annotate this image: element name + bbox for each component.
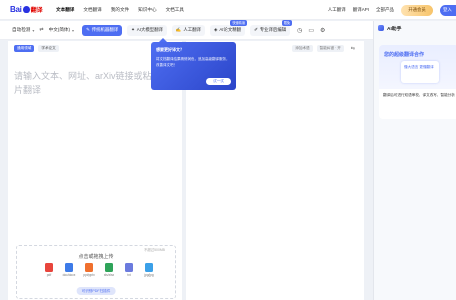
nav-text-translate[interactable]: 文本翻译	[56, 7, 74, 13]
file-type-label: doc/docx	[62, 273, 76, 277]
nav-right: 人工翻译 翻译API 全部产品 开通会员 登入	[328, 0, 456, 20]
ai-card-banner: 您的超级翻译合作 懂大语言 更懂翻译	[379, 45, 456, 89]
mode-post-edit[interactable]: ✐ 专业译后编辑 限免	[250, 19, 293, 36]
pdf-icon	[45, 263, 53, 272]
file-type-ppt: ppt/pptx	[83, 263, 95, 277]
upload-dropzone[interactable]: 点击或拖拽上传 pdf doc/docx ppt/pptx xls/xlsx t…	[16, 245, 176, 299]
file-type-row: pdf doc/docx ppt/pptx xls/xlsx txt jpg/j…	[43, 263, 155, 277]
hand-icon: ✍	[175, 27, 182, 32]
file-type-txt: txt	[123, 263, 135, 277]
mode-label: 专业译后编辑	[259, 27, 287, 32]
ai-assistant-panel: AI助手 您的超级翻译合作 懂大语言 更懂翻译 翻译后可进行双语审校、译文改写、…	[373, 21, 456, 300]
folder-icon[interactable]: ▭	[308, 27, 314, 34]
ai-card-title: 您的超级翻译合作	[384, 52, 425, 58]
source-input[interactable]: 请输入文本、网址、arXiv链接或粘贴图片翻译	[14, 69, 174, 97]
edit-icon: ✐	[254, 27, 258, 32]
ai-card-text: 翻译后可进行双语审校、译文改写、智能分析	[383, 93, 455, 97]
upgrade-popup: 想要更好译文？ 将文档翻译结果精修润色，追加高级翻译服务，改善译文吧！ 试一试	[151, 38, 236, 90]
vip-button[interactable]: 开通会员	[401, 4, 433, 16]
popup-body: 将文档翻译结果精修润色，追加高级翻译服务，改善译文吧！	[156, 57, 230, 67]
add-term-button[interactable]: 添加术语	[292, 45, 313, 52]
txt-icon	[125, 263, 133, 272]
settings-icon[interactable]: ⚙	[320, 27, 325, 34]
excel-icon	[105, 263, 113, 272]
nav-doc-tools[interactable]: 文档工具	[166, 7, 184, 13]
ai-title: AI助手	[387, 26, 402, 32]
mode-badge: 限免	[281, 19, 293, 26]
paw-icon	[22, 6, 30, 13]
nav-translate-api[interactable]: 翻译API	[353, 7, 369, 13]
upload-button[interactable]: 可识别PDF扫描件	[76, 287, 116, 295]
ai-header: AI助手	[374, 21, 456, 35]
mode-label: AI大模型翻译	[136, 27, 163, 32]
file-type-xls: xls/xlsx	[103, 263, 115, 277]
ai-assistant-icon	[378, 25, 384, 31]
file-type-label: pdf	[46, 273, 52, 277]
file-type-jpg: jpg/jpg	[143, 263, 155, 277]
logo-text-2: 翻译	[30, 8, 43, 14]
target-lang-select[interactable]: 中文(简体) ▾	[49, 27, 74, 33]
ai-intro-card[interactable]: 您的超级翻译合作 懂大语言 更懂翻译 翻译后可进行双语审校、译文改写、智能分析	[379, 45, 456, 119]
word-icon	[65, 263, 73, 272]
file-type-doc: doc/docx	[63, 263, 75, 277]
mode-ai-llm-translate[interactable]: ✦ AI大模型翻译	[127, 24, 167, 36]
domain-general-chip[interactable]: 通用领域	[14, 45, 35, 52]
toolbar-icons: ◷ ▭ ⚙	[297, 27, 325, 34]
source-lang-select[interactable]: 自动检测 ▾	[12, 27, 34, 33]
paper-icon: ◈	[213, 27, 218, 32]
mode-label: AI论文精翻	[219, 27, 242, 32]
file-type-label: jpg/jpg	[144, 273, 154, 277]
file-type-label: txt	[127, 273, 131, 277]
upload-title: 点击或拖拽上传	[78, 254, 114, 260]
baidu-translate-logo[interactable]: Bai 翻译	[10, 4, 48, 15]
logo-text: Bai	[10, 5, 22, 14]
nav-knowledge-center[interactable]: 知识中心	[138, 7, 156, 13]
ai-illustration: 懂大语言 更懂翻译	[401, 61, 439, 83]
smart-correct-toggle[interactable]: 智能纠错 · 开	[316, 45, 344, 52]
mode-badge: 快速精读	[230, 19, 248, 26]
layout-toggle-icon[interactable]: ⇆	[348, 45, 358, 52]
chevron-down-icon: ▾	[72, 27, 75, 33]
domain-row: 通用领域 学术论文	[14, 45, 59, 52]
target-lang-label: 中文(简体)	[48, 27, 71, 32]
popup-try-button[interactable]: 试一试	[206, 78, 231, 85]
mode-label: 传统机器翻译	[91, 27, 119, 32]
nav-human-translate[interactable]: 人工翻译	[328, 7, 346, 13]
sparkle-icon: ✦	[131, 27, 135, 32]
upload-size-hint: 不超过500MB	[144, 248, 165, 252]
pen-icon: ✎	[86, 27, 90, 32]
mode-machine-translate[interactable]: ✎ 传统机器翻译	[82, 24, 123, 36]
target-panel-tools: 添加术语 智能纠错 · 开 ⇆	[292, 45, 358, 52]
source-lang-label: 自动检测	[12, 27, 31, 32]
swap-icon[interactable]: ⇄	[39, 27, 43, 33]
domain-academic-chip[interactable]: 学术论文	[38, 45, 59, 52]
nav-all-products[interactable]: 全部产品	[376, 7, 394, 13]
file-type-pdf: pdf	[43, 263, 55, 277]
mode-ai-paper-translate[interactable]: ◈ AI论文精翻 快速精读	[209, 19, 248, 36]
image-icon	[145, 263, 153, 272]
file-type-label: ppt/pptx	[83, 273, 95, 277]
login-button[interactable]: 登入	[440, 4, 456, 16]
nav-my-files[interactable]: 我的文件	[111, 7, 129, 13]
chevron-down-icon: ▾	[32, 27, 35, 33]
main-nav: 文本翻译 文档翻译 我的文件 知识中心 文档工具	[56, 7, 184, 13]
file-type-label: xls/xlsx	[103, 273, 115, 277]
ppt-icon	[85, 263, 93, 272]
popup-title: 想要更好译文？	[156, 47, 184, 52]
translate-toolbar: 自动检测 ▾ ⇄ 中文(简体) ▾ ✎ 传统机器翻译 ✦ AI大模型翻译 ✍ 人…	[0, 19, 373, 40]
history-icon[interactable]: ◷	[297, 27, 302, 34]
mode-human-translate[interactable]: ✍ 人工翻译	[171, 24, 205, 36]
mode-label: 人工翻译	[183, 27, 201, 32]
top-nav: Bai 翻译 文本翻译 文档翻译 我的文件 知识中心 文档工具 人工翻译 翻译A…	[0, 0, 456, 20]
nav-doc-translate[interactable]: 文档翻译	[83, 7, 101, 13]
